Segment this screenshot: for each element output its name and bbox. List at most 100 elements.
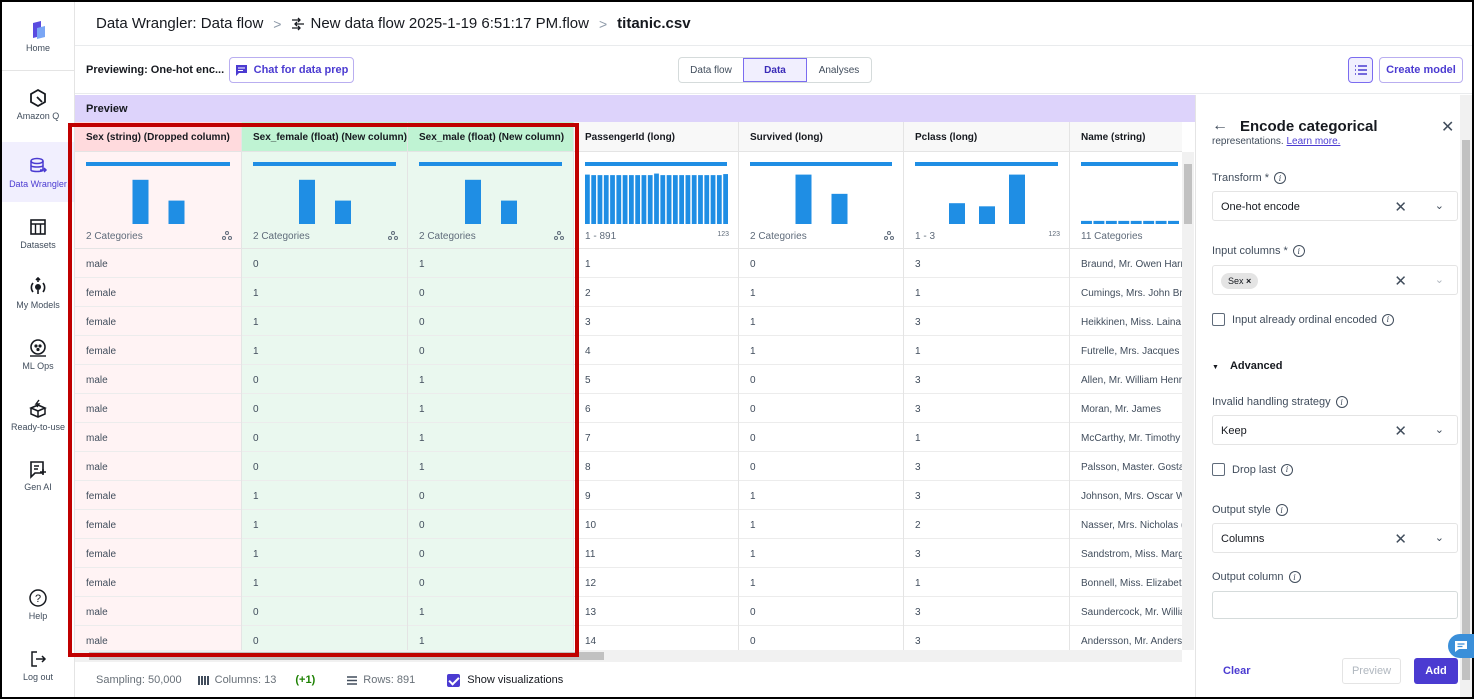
column-header[interactable]: Name (string) <box>1070 122 1182 152</box>
steps-list-button[interactable] <box>1348 57 1373 83</box>
histogram-bar[interactable] <box>679 175 685 224</box>
histogram-bar[interactable] <box>465 179 481 224</box>
sidebar-item-gen-ai[interactable]: Gen AI <box>2 445 74 505</box>
create-model-button[interactable]: Create model <box>1379 57 1463 83</box>
sidebar-item-ready-to-use[interactable]: Ready-to-use <box>2 385 74 445</box>
histogram-bar[interactable] <box>672 175 678 224</box>
histogram-bar[interactable] <box>628 175 634 224</box>
histogram-bar[interactable] <box>795 174 812 224</box>
sidebar-item-ml-ops[interactable]: ML Ops <box>2 324 74 384</box>
histogram-bar[interactable] <box>1093 220 1105 224</box>
output-column-input[interactable] <box>1212 591 1458 619</box>
column-header[interactable]: Sex_male (float) (New column) <box>408 122 573 152</box>
show-visualizations-checkbox[interactable] <box>447 673 461 687</box>
clear-button[interactable]: Clear <box>1223 665 1251 677</box>
advanced-section-toggle[interactable]: ▼ Advanced <box>1212 360 1283 372</box>
add-button[interactable]: Add <box>1414 658 1458 684</box>
input-columns-select[interactable]: Sex × ✕ ⌄ <box>1212 265 1458 295</box>
histogram-bar[interactable] <box>597 175 603 224</box>
info-icon[interactable]: i <box>1274 172 1287 184</box>
histogram-bar[interactable] <box>691 175 697 224</box>
learn-more-link[interactable]: Learn more. <box>1287 136 1341 147</box>
sidebar-item-home[interactable]: Home <box>2 2 74 70</box>
checkbox[interactable] <box>1212 313 1225 326</box>
tab-data-flow[interactable]: Data flow <box>679 58 743 82</box>
invalid-handling-select[interactable]: Keep ✕ ⌄ <box>1212 415 1458 445</box>
info-icon[interactable]: i <box>1335 396 1348 408</box>
selected-column-chip[interactable]: Sex × <box>1221 273 1259 289</box>
column-header[interactable]: PassengerId (long) <box>574 122 738 152</box>
histogram-bar[interactable] <box>132 179 149 224</box>
info-icon[interactable]: i <box>1288 571 1301 583</box>
info-icon[interactable]: i <box>1292 245 1305 257</box>
sidebar-item-log-out[interactable]: Log out <box>2 635 74 695</box>
histogram-bar[interactable] <box>979 206 995 224</box>
column-header[interactable]: Sex (string) (Dropped column) <box>75 122 241 152</box>
histogram-bar[interactable] <box>647 175 653 224</box>
histogram-bar[interactable] <box>1009 174 1025 224</box>
histogram-bar[interactable] <box>949 203 965 224</box>
histogram-bar[interactable] <box>635 175 641 224</box>
breadcrumb-root[interactable]: Data Wrangler: Data flow <box>96 15 263 32</box>
histogram-bar[interactable] <box>622 175 628 224</box>
preview-button[interactable]: Preview <box>1342 658 1401 684</box>
histogram-bar[interactable] <box>710 175 716 224</box>
breadcrumb-flow[interactable]: New data flow 2025-1-19 6:51:17 PM.flow <box>310 15 589 32</box>
chevron-down-icon[interactable]: ⌄ <box>1435 531 1444 544</box>
histogram-bar[interactable] <box>723 174 728 224</box>
drop-last-checkbox[interactable]: Drop last i <box>1212 463 1294 476</box>
ordinal-encoded-checkbox[interactable]: Input already ordinal encoded i <box>1212 313 1394 326</box>
histogram-bar[interactable] <box>335 200 351 224</box>
sidebar-item-help[interactable]: ? Help <box>2 574 74 634</box>
histogram-bar[interactable] <box>698 175 703 224</box>
clear-icon[interactable]: ✕ <box>1394 198 1407 216</box>
histogram-bar[interactable] <box>831 193 848 224</box>
info-icon[interactable]: i <box>1281 463 1294 476</box>
clear-icon[interactable]: ✕ <box>1394 422 1407 440</box>
histogram-bar[interactable] <box>1130 220 1142 224</box>
tab-analyses[interactable]: Analyses <box>807 58 871 82</box>
back-arrow-icon[interactable]: ← <box>1212 117 1228 135</box>
histogram-bar[interactable] <box>603 175 609 224</box>
close-icon[interactable]: ✕ <box>1441 117 1454 137</box>
histogram-bar[interactable] <box>501 200 517 224</box>
histogram-bar[interactable] <box>610 175 615 224</box>
histogram-bar[interactable] <box>616 175 622 224</box>
sidebar-item-data-wrangler[interactable]: Data Wrangler <box>2 142 74 202</box>
column-header[interactable]: Sex_female (float) (New column) <box>242 122 407 152</box>
sidebar-item-datasets[interactable]: Datasets <box>2 203 74 263</box>
histogram-bar[interactable] <box>666 175 672 224</box>
chevron-down-icon[interactable]: ⌄ <box>1435 423 1444 436</box>
histogram-bar[interactable] <box>641 175 647 224</box>
histogram-bar[interactable] <box>585 174 590 224</box>
info-icon[interactable]: i <box>1275 504 1288 516</box>
chevron-down-icon[interactable]: ⌄ <box>1435 199 1444 212</box>
show-visualizations-toggle[interactable]: Show visualizations <box>447 673 579 687</box>
histogram-bar[interactable] <box>654 173 659 224</box>
sidebar-item-my-models[interactable]: My Models <box>2 263 74 323</box>
clear-icon[interactable]: ✕ <box>1394 530 1407 548</box>
chevron-down-icon[interactable]: ⌄ <box>1435 273 1444 286</box>
histogram-bar[interactable] <box>1143 220 1155 224</box>
grid-vertical-scrollbar[interactable] <box>1182 152 1194 650</box>
scrollbar-thumb[interactable] <box>89 652 604 660</box>
remove-chip-icon[interactable]: × <box>1246 276 1251 286</box>
transform-select[interactable]: One-hot encode ✕ ⌄ <box>1212 191 1458 221</box>
tab-data[interactable]: Data <box>743 58 807 82</box>
info-icon[interactable]: i <box>1381 313 1394 326</box>
histogram-bar[interactable] <box>660 175 666 224</box>
histogram-bar[interactable] <box>1105 220 1117 224</box>
histogram-bar[interactable] <box>299 179 315 224</box>
histogram-bar[interactable] <box>1155 220 1167 224</box>
histogram-bar[interactable] <box>685 175 691 224</box>
chat-assistant-button[interactable] <box>1448 634 1474 658</box>
histogram-bar[interactable] <box>1168 220 1179 224</box>
histogram-bar[interactable] <box>716 175 722 224</box>
clear-icon[interactable]: ✕ <box>1394 272 1407 290</box>
output-style-select[interactable]: Columns ✕ ⌄ <box>1212 523 1458 553</box>
histogram-bar[interactable] <box>1081 220 1092 224</box>
histogram-bar[interactable] <box>168 200 185 224</box>
sidebar-item-amazon-q[interactable]: Amazon Q <box>2 74 74 134</box>
histogram-bar[interactable] <box>591 175 597 224</box>
column-header[interactable]: Pclass (long) <box>904 122 1069 152</box>
